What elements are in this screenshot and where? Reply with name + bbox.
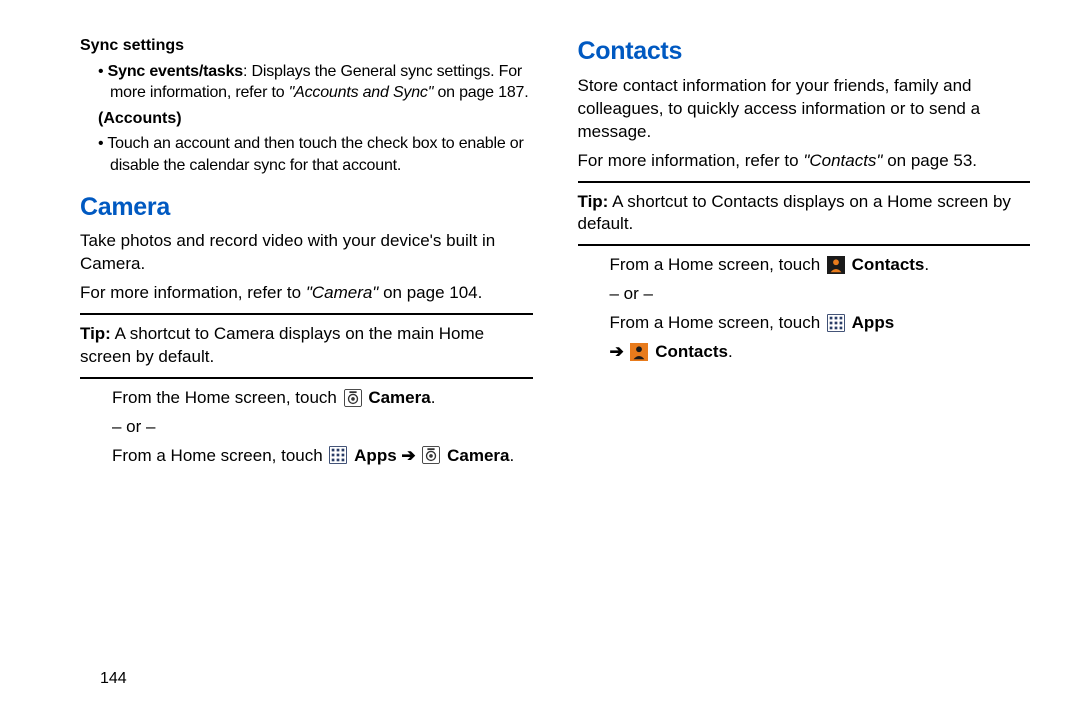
contacts-icon bbox=[827, 256, 845, 274]
contacts-description: Store contact information for your frien… bbox=[578, 75, 1031, 144]
camera-step-1: From the Home screen, touch Camera. bbox=[112, 387, 533, 410]
or-separator: – or – bbox=[610, 283, 1031, 306]
contacts-heading: Contacts bbox=[578, 35, 1031, 69]
contacts-icon bbox=[630, 343, 648, 361]
contacts-step-2a: From a Home screen, touch Apps bbox=[610, 312, 1031, 335]
page-number: 144 bbox=[100, 668, 127, 690]
apps-icon bbox=[329, 446, 347, 464]
sync-events-bullet: Sync events/tasks: Displays the General … bbox=[80, 61, 533, 104]
divider bbox=[578, 244, 1031, 246]
sync-settings-heading: Sync settings bbox=[80, 35, 533, 57]
camera-tip: Tip: A shortcut to Camera displays on th… bbox=[80, 323, 533, 369]
camera-icon bbox=[422, 446, 440, 464]
camera-heading: Camera bbox=[80, 191, 533, 225]
right-column: Contacts Store contact information for y… bbox=[578, 35, 1031, 474]
left-column: Sync settings Sync events/tasks: Display… bbox=[80, 35, 533, 474]
contacts-step-2b: ➔ Contacts. bbox=[610, 341, 1031, 364]
camera-description: Take photos and record video with your d… bbox=[80, 230, 533, 276]
contacts-crossref: For more information, refer to "Contacts… bbox=[578, 150, 1031, 173]
accounts-heading: (Accounts) bbox=[80, 108, 533, 130]
divider bbox=[578, 181, 1031, 183]
contacts-step-1: From a Home screen, touch Contacts. bbox=[610, 254, 1031, 277]
arrow-icon: ➔ bbox=[401, 446, 415, 465]
accounts-sync-ref: "Accounts and Sync" bbox=[289, 84, 434, 101]
divider bbox=[80, 313, 533, 315]
camera-icon bbox=[344, 389, 362, 407]
camera-crossref: For more information, refer to "Camera" … bbox=[80, 282, 533, 305]
contacts-steps: From a Home screen, touch Contacts. – or… bbox=[578, 254, 1031, 364]
contacts-tip: Tip: A shortcut to Contacts displays on … bbox=[578, 191, 1031, 237]
divider bbox=[80, 377, 533, 379]
camera-step-2: From a Home screen, touch Apps ➔ Camera. bbox=[112, 445, 533, 468]
camera-steps: From the Home screen, touch Camera. – or… bbox=[80, 387, 533, 468]
or-separator: – or – bbox=[112, 416, 533, 439]
apps-icon bbox=[827, 314, 845, 332]
accounts-bullet: Touch an account and then touch the chec… bbox=[80, 133, 533, 176]
arrow-icon: ➔ bbox=[610, 342, 624, 361]
sync-events-label: Sync events/tasks bbox=[108, 63, 243, 80]
